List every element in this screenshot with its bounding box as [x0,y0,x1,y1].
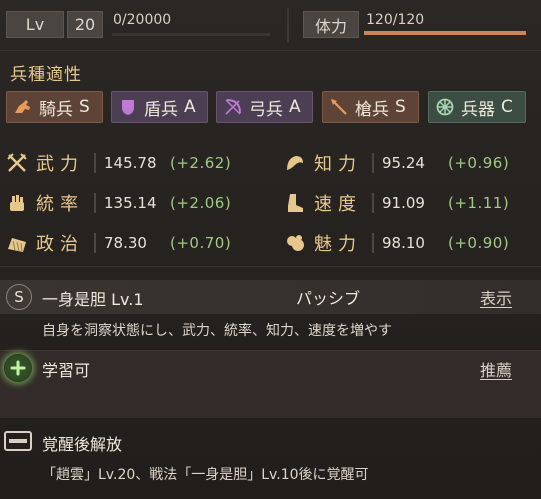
recommend-button[interactable]: 推薦 [480,357,512,381]
stat-value: 91.09 [382,194,425,212]
stat-value: 98.10 [382,234,425,252]
stat-speed: 速度 91.09 (+1.11) [282,188,509,218]
stat-divider [94,193,96,213]
stat-divider [94,153,96,173]
stat-name: 知力 [314,154,362,175]
stat-name: 政治 [36,234,84,255]
boot-icon [282,190,308,216]
stat-name: 統率 [36,194,84,215]
hand-icon [4,190,30,216]
add-skill-icon[interactable] [4,354,32,382]
hp-progress-fill [364,31,526,35]
stat-value: 135.14 [104,194,157,212]
scroll-icon [4,230,30,256]
stat-divider [372,233,374,253]
aptitude-siege[interactable]: 兵器 C [428,91,526,123]
stat-bonus: (+1.11) [448,194,510,212]
hp-progress-bar [364,31,526,35]
header-divider [287,8,289,42]
stat-charisma: 魅力 98.10 (+0.90) [282,228,509,258]
level-label: Lv [6,11,64,38]
stat-leadership: 統率 135.14 (+2.06) [4,188,231,218]
stat-name: 武力 [36,154,84,175]
stat-bonus: (+2.06) [170,194,232,212]
aptitude-label: 兵器 [461,99,495,120]
stat-value: 95.24 [382,154,425,172]
level-value: 20 [67,11,103,38]
learnable-label: 学習可 [42,361,91,380]
shield-icon [118,97,138,117]
level-hp-bar: Lv 20 0/20000 体力 120/120 [0,0,541,50]
aptitude-title: 兵種適性 [10,65,82,85]
brain-icon [282,150,308,176]
aptitude-cavalry[interactable]: 騎兵 S [6,91,103,123]
exp-value: 0/20000 [113,12,172,28]
section-divider [0,266,541,267]
aptitude-shield[interactable]: 盾兵 A [111,91,208,123]
stat-divider [94,233,96,253]
aptitude-grade: C [501,97,513,117]
stat-bonus: (+0.96) [448,154,510,172]
stat-bonus: (+0.90) [448,234,510,252]
general-detail-panel: Lv 20 0/20000 体力 120/120 兵種適性 騎兵 S 盾兵 A … [0,0,541,499]
stat-divider [372,153,374,173]
bow-icon [223,97,243,117]
show-button[interactable]: 表示 [480,285,512,309]
aptitude-label: 弓兵 [249,99,283,120]
aptitude-label: 騎兵 [39,99,73,120]
skill-description: 自身を洞察状態にし、武力、統率、知力、速度を増やす [42,323,392,339]
aptitude-label: 槍兵 [355,99,389,120]
stat-bonus: (+0.70) [170,234,232,252]
stat-intelligence: 知力 95.24 (+0.96) [282,148,509,178]
exp-progress-bar [112,33,270,36]
stat-value: 145.78 [104,154,157,172]
stat-war: 武力 145.78 (+2.62) [4,148,231,178]
charm-icon [282,230,308,256]
aptitude-grade: A [184,97,196,117]
aptitude-label: 盾兵 [144,99,178,120]
stat-bonus: (+2.62) [170,154,232,172]
aptitude-bow[interactable]: 弓兵 A [216,91,313,123]
siege-icon [435,97,455,117]
aptitude-spear[interactable]: 槍兵 S [322,91,419,123]
hp-label: 体力 [303,11,359,38]
stat-divider [372,193,374,213]
awaken-title: 覚醒後解放 [42,435,123,454]
cavalry-icon [13,97,33,117]
skill-grade-badge: S [6,284,32,310]
lock-slot-icon [4,430,32,452]
stat-politics: 政治 78.30 (+0.70) [4,228,231,258]
awaken-description: 「趙雲」Lv.20、戦法「一身是胆」Lv.10後に覚醒可 [42,467,369,483]
aptitude-grade: S [79,97,90,117]
hp-value: 120/120 [366,12,425,28]
section-divider [0,50,541,51]
stat-name: 速度 [314,194,362,215]
aptitude-grade: S [395,97,406,117]
skill-name: 一身是胆 Lv.1 [42,290,144,309]
stat-value: 78.30 [104,234,147,252]
skill-type: パッシブ [296,289,361,308]
aptitude-grade: A [289,97,301,117]
spear-icon [329,97,349,117]
stat-name: 魅力 [314,234,362,255]
crossed-swords-icon [4,150,30,176]
